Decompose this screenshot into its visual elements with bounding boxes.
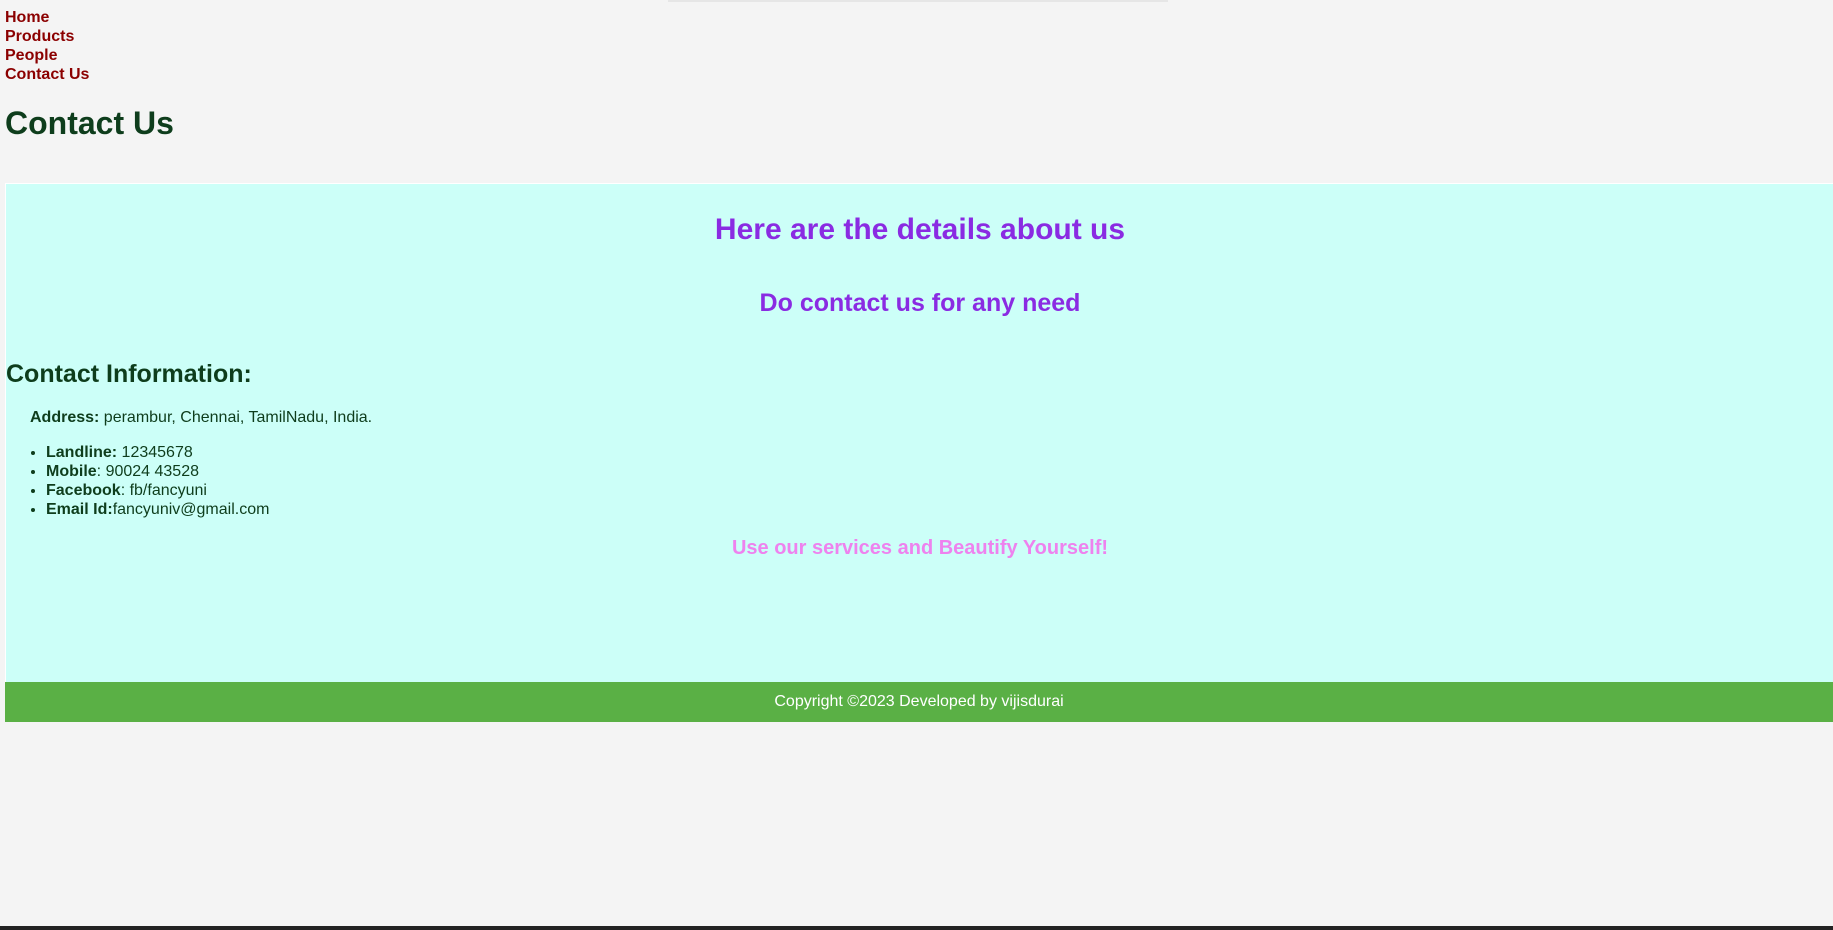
mobile-value: : 90024 43528: [96, 463, 199, 480]
top-scroll-sliver: [668, 0, 1168, 2]
contact-item-mobile: Mobile: 90024 43528: [46, 462, 269, 481]
bottom-border: [0, 926, 1833, 930]
mobile-label: Mobile: [46, 463, 97, 480]
copyright-text: Copyright ©2023 Developed by vijisdurai: [774, 693, 1064, 710]
landline-value: 12345678: [117, 444, 193, 461]
contact-item-facebook: Facebook: fb/fancyuni: [46, 481, 269, 500]
details-heading: Here are the details about us: [714, 213, 1126, 246]
address-value: perambur, Chennai, TamilNadu, India.: [99, 409, 373, 426]
email-value: fancyuniv@gmail.com: [112, 501, 270, 518]
main-nav: Home Products People Contact Us: [5, 8, 89, 84]
contact-item-landline: Landline: 12345678: [46, 443, 269, 462]
site-footer: Copyright ©2023 Developed by vijisdurai: [5, 682, 1833, 722]
landline-label: Landline:: [46, 444, 118, 461]
address-line: Address: perambur, Chennai, TamilNadu, I…: [30, 408, 372, 427]
contact-item-email: Email Id:fancyuniv@gmail.com: [46, 500, 269, 519]
nav-link-people[interactable]: People: [5, 46, 89, 65]
contact-subheading: Do contact us for any need: [759, 289, 1081, 317]
nav-link-contact-us[interactable]: Contact Us: [5, 65, 89, 84]
address-label: Address:: [30, 409, 100, 426]
facebook-value: : fb/fancyuni: [120, 482, 207, 499]
contact-panel: Here are the details about us Do contact…: [5, 183, 1833, 682]
nav-link-products[interactable]: Products: [5, 27, 89, 46]
tagline: Use our services and Beautify Yourself!: [731, 537, 1109, 559]
contact-info-heading: Contact Information:: [6, 360, 252, 388]
page-title: Contact Us: [5, 105, 174, 141]
email-label: Email Id:: [46, 501, 113, 518]
facebook-label: Facebook: [46, 482, 121, 499]
contact-list: Landline: 12345678 Mobile: 90024 43528 F…: [6, 443, 269, 519]
nav-link-home[interactable]: Home: [5, 8, 89, 27]
